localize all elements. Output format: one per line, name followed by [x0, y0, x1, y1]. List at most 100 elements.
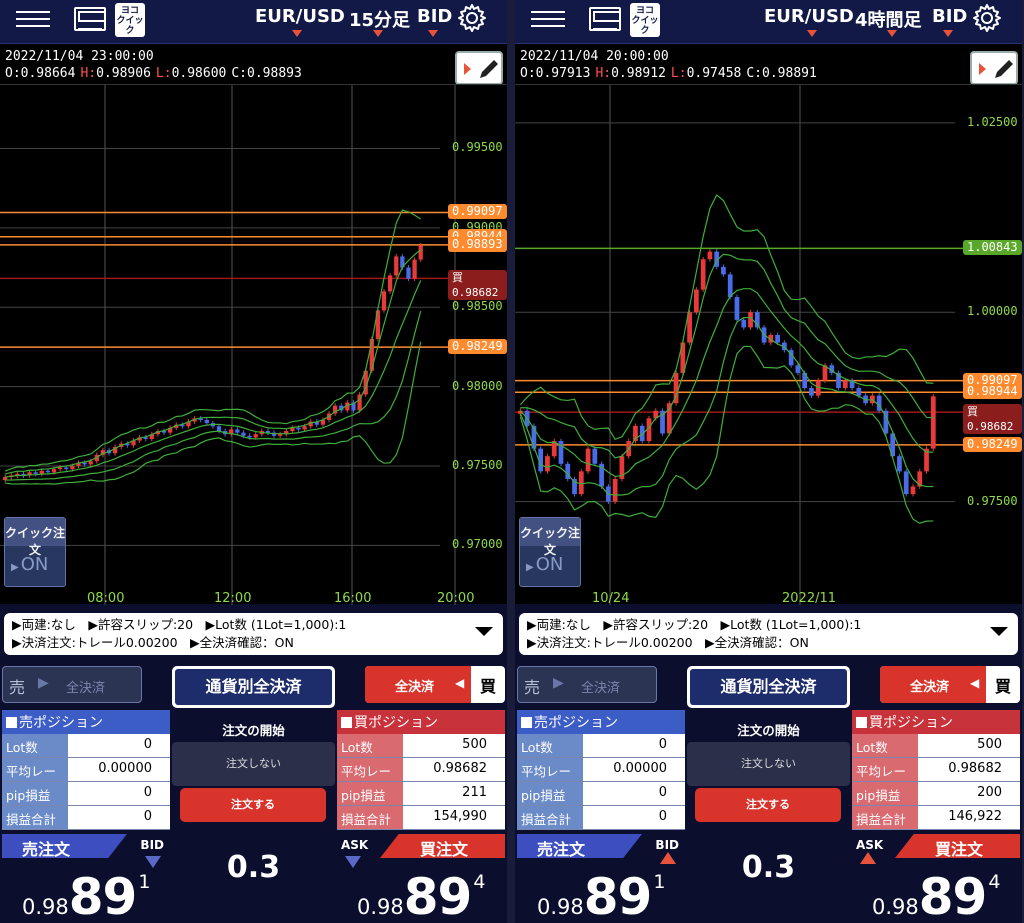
row-label: Lot数	[852, 734, 918, 757]
expand-arrow-icon	[464, 63, 471, 75]
gear-icon[interactable]	[971, 2, 1003, 34]
quick-order-toggle[interactable]: クイック注文 ON	[519, 517, 581, 587]
buy-settle-all-button[interactable]: 全決済 ◀ 買	[880, 666, 1020, 703]
layout-icon[interactable]	[74, 7, 106, 31]
candle-body	[694, 289, 699, 313]
row-value: 0	[143, 737, 152, 752]
expand-options-icon[interactable]	[990, 627, 1008, 636]
price-line-label: 買 0.98682	[448, 270, 507, 301]
ohlc-key: C:	[231, 66, 248, 81]
expand-options-icon[interactable]	[475, 627, 493, 636]
yoko-quick-icon[interactable]: ヨコ クイック ▾	[115, 3, 145, 46]
buy-order-button[interactable]: 買注文 ASK 0.9889 4	[852, 830, 1020, 923]
options-line-1: ▶両建:なし ▶許容スリップ:20 ▶Lot数 (1Lot=1,000):1	[527, 617, 862, 632]
gear-icon[interactable]	[456, 2, 488, 34]
sell-position-row: Lot数 0	[2, 734, 170, 758]
candle-body	[910, 486, 916, 495]
buy-order-button[interactable]: 買注文 ASK 0.9889 4	[337, 830, 505, 923]
candle-body	[406, 267, 411, 279]
row-value: 0	[143, 785, 152, 800]
sell-order-button[interactable]: 売注文 BID 0.9889 1	[2, 830, 164, 923]
place-order-button[interactable]: 注文する	[695, 788, 841, 822]
row-label: 損益合計	[852, 806, 918, 829]
layout-icon[interactable]	[589, 7, 621, 31]
sell-settle-all-button[interactable]: 売 ▶ 全決済	[2, 666, 142, 703]
chart-canvas[interactable]	[515, 85, 1022, 605]
place-order-button[interactable]: 注文する	[180, 788, 326, 822]
currency-pair-selector[interactable]: EUR/USD	[255, 6, 345, 27]
row-label: pip損益	[517, 782, 583, 805]
drawing-tools-button[interactable]	[970, 51, 1018, 85]
chart-canvas[interactable]	[0, 85, 507, 605]
quick-order-toggle[interactable]: クイック注文 ON	[4, 517, 66, 587]
price-chart[interactable]: クイック注文 ON 10/24 2022/11 1.02500 1.00000 0.97…	[515, 84, 1022, 606]
candle-datetime: 2022/11/04 20:00:00	[520, 49, 669, 64]
buy-position-row: 平均レート 0.98682	[337, 758, 505, 798]
arrow-left-icon: ◀	[455, 676, 465, 690]
chart-panel-right: ヨコ クイック ▾ EUR/USD 4時間足 BID 2022/11/04 20:0…	[515, 0, 1022, 923]
currency-pair-selector[interactable]: EUR/USD	[764, 6, 854, 27]
row-value: 0.00000	[613, 761, 667, 776]
indicator-band	[519, 345, 934, 524]
currency-settle-all-button[interactable]: 通貨別全決済	[687, 666, 850, 708]
currency-settle-all-button[interactable]: 通貨別全決済	[172, 666, 335, 708]
candle-body	[51, 469, 57, 473]
hamburger-menu-icon[interactable]	[16, 6, 50, 34]
timeframe-selector[interactable]: 15分足	[349, 6, 410, 32]
candle-body	[64, 467, 69, 470]
price-chart[interactable]: クイック注文 ON 08:00 12:00 16:00 20:00 0.99500 0.9…	[0, 84, 507, 606]
price-type-selector[interactable]: BID	[932, 6, 967, 27]
sell-settle-all-button[interactable]: 売 ▶ 全決済	[517, 666, 657, 703]
no-order-button[interactable]: 注文しない	[687, 742, 850, 786]
sell-order-button[interactable]: 売注文 BID 0.9889 1	[517, 830, 679, 923]
candle-body	[930, 396, 936, 449]
y-axis-tick-label: 1.02500	[967, 114, 1018, 129]
order-start-label: 注文の開始	[222, 723, 285, 738]
candle-body	[216, 426, 222, 432]
hamburger-menu-icon[interactable]	[531, 6, 565, 34]
row-label: pip損益	[852, 782, 918, 805]
order-start-label: 注文の開始	[737, 723, 800, 738]
ohlc-key: O:	[520, 66, 536, 81]
x-axis-tick-label: 2022/11	[782, 591, 837, 606]
row-value: 146,922	[948, 809, 1002, 824]
candle-body	[381, 291, 387, 311]
candle-body	[302, 426, 307, 430]
price-type-selector[interactable]: BID	[417, 6, 452, 27]
arrow-right-icon: ▶	[38, 675, 49, 691]
yoko-quick-icon[interactable]: ヨコ クイック ▾	[630, 3, 660, 46]
buy-settle-all-button[interactable]: 全決済 ◀ 買	[365, 666, 505, 703]
sell-positions-table: 売ポジション Lot数 0 平均レート 0.00000 pip損益 0 損益合計 0	[517, 710, 685, 830]
ask-direction-icon	[860, 852, 876, 864]
price-line-label: 0.98249	[963, 436, 1022, 452]
order-options-bar[interactable]: ▶両建:なし ▶許容スリップ:20 ▶Lot数 (1Lot=1,000):1 ▶…	[4, 613, 503, 655]
candle-body	[903, 471, 909, 495]
buy-order-label: 買注文	[895, 834, 1020, 858]
ohlc-values: O:0.97913 H:0.98912 L:0.97458 C:0.98891	[520, 66, 822, 81]
ohlc-value: 0.98893	[247, 66, 302, 81]
drawing-tools-button[interactable]	[455, 51, 503, 85]
x-axis-tick-label: 16:00	[334, 591, 372, 606]
candle-body	[592, 448, 598, 464]
candle-body	[585, 448, 591, 472]
indicator-band	[519, 316, 934, 496]
row-label: 平均レート	[337, 758, 403, 798]
order-options-bar[interactable]: ▶両建:なし ▶許容スリップ:20 ▶Lot数 (1Lot=1,000):1 ▶…	[519, 613, 1018, 655]
sell-position-row: 平均レート 0.00000	[517, 758, 685, 798]
row-label: Lot数	[337, 734, 403, 757]
timeframe-dropdown-caret-icon	[887, 30, 897, 37]
candle-body	[856, 388, 862, 396]
price-line-label: 1.00843	[963, 240, 1022, 256]
sell-position-row: 損益合計 0	[2, 806, 170, 830]
buy-label: 買	[995, 677, 1012, 696]
spread-value: 0.3	[226, 850, 281, 885]
ohlc-key: H:	[80, 66, 97, 81]
timeframe-selector[interactable]: 4時間足	[855, 6, 922, 32]
sell-settle-all-label: 全決済	[581, 681, 621, 696]
candle-body	[412, 259, 417, 279]
row-label: pip損益	[337, 782, 403, 805]
options-line-1: ▶両建:なし ▶許容スリップ:20 ▶Lot数 (1Lot=1,000):1	[12, 617, 347, 632]
candle-body	[727, 274, 733, 298]
sell-positions-title: 売ポジション	[2, 710, 170, 734]
no-order-button[interactable]: 注文しない	[172, 742, 335, 786]
